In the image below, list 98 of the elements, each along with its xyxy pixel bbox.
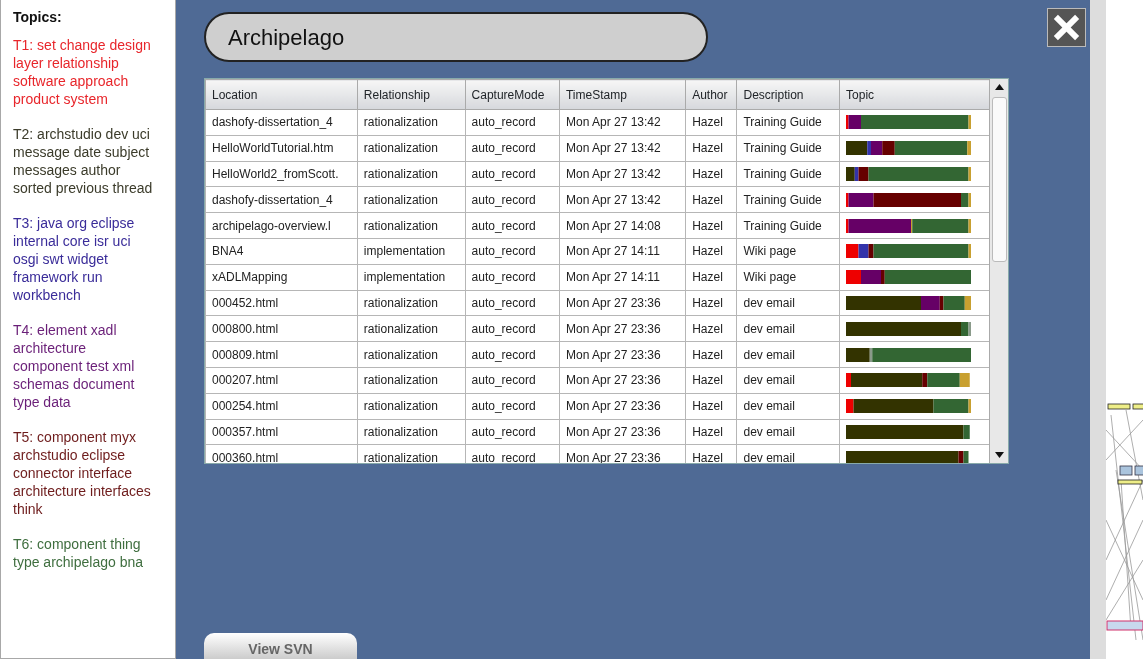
table-cell: 000452.html bbox=[205, 290, 358, 316]
topic-text: T4: element xadl architecture component test xml schemas document type data bbox=[13, 321, 136, 411]
table-cell: rationalization bbox=[357, 315, 466, 342]
table-cell: Hazel bbox=[685, 212, 737, 239]
table-cell: HelloWorldTutorial.htm bbox=[205, 135, 358, 162]
table-cell: Wiki page bbox=[737, 264, 840, 291]
table-cell: Hazel bbox=[685, 315, 737, 342]
table-cell: Mon Apr 27 13:42 bbox=[559, 161, 686, 187]
table-cell: Training Guide bbox=[737, 135, 840, 162]
table-cell: auto_record bbox=[465, 341, 560, 368]
table-cell: Hazel bbox=[685, 135, 737, 162]
scroll-thumb[interactable] bbox=[992, 97, 1007, 262]
table-cell: Hazel bbox=[685, 264, 737, 291]
topic-text: T5: component myx archstudio eclipse connector interface architecture interfaces think bbox=[13, 428, 152, 518]
table-cell: dev email bbox=[737, 419, 840, 445]
table-cell: auto_record bbox=[465, 212, 560, 239]
table-cell: rationalization bbox=[357, 109, 466, 136]
table-cell: implementation bbox=[357, 264, 466, 291]
table-cell: rationalization bbox=[357, 186, 466, 213]
table-cell: 000254.html bbox=[205, 393, 358, 420]
column-header[interactable]: Relationship bbox=[357, 79, 466, 110]
table-cell: auto_record bbox=[465, 186, 560, 213]
table-cell: auto_record bbox=[465, 419, 560, 445]
topic-text: T1: set change design layer relationship software approach product system bbox=[13, 36, 152, 108]
topic-text: T6: component thing type archipelago bna bbox=[13, 535, 144, 571]
table-cell: Hazel bbox=[685, 367, 737, 394]
table-cell: dashofy-dissertation_4 bbox=[205, 109, 358, 136]
table-cell: rationalization bbox=[357, 419, 466, 445]
table-cell: Hazel bbox=[685, 186, 737, 213]
table-cell: xADLMapping bbox=[205, 264, 358, 291]
table-cell: Hazel bbox=[685, 341, 737, 368]
table-cell: Hazel bbox=[685, 161, 737, 187]
table-cell: 000357.html bbox=[205, 419, 358, 445]
table-cell: rationalization bbox=[357, 161, 466, 187]
table-cell: Mon Apr 27 14:11 bbox=[559, 238, 686, 265]
table-cell: Training Guide bbox=[737, 186, 840, 213]
table-cell: Mon Apr 27 23:36 bbox=[559, 341, 686, 368]
table-cell: dev email bbox=[737, 315, 840, 342]
scrollbar[interactable] bbox=[989, 79, 1008, 463]
table-cell: rationalization bbox=[357, 212, 466, 239]
table-cell: auto_record bbox=[465, 264, 560, 291]
table-cell: Training Guide bbox=[737, 109, 840, 136]
table-cell: auto_record bbox=[465, 315, 560, 342]
table-cell: Hazel bbox=[685, 419, 737, 445]
table-cell: Mon Apr 27 14:11 bbox=[559, 264, 686, 291]
table-cell: Mon Apr 27 13:42 bbox=[559, 109, 686, 136]
table-cell: 000207.html bbox=[205, 367, 358, 394]
table-cell: implementation bbox=[357, 238, 466, 265]
table-cell: dev email bbox=[737, 290, 840, 316]
column-header[interactable]: Topic bbox=[839, 79, 991, 110]
table-cell: Mon Apr 27 23:36 bbox=[559, 367, 686, 394]
table-cell: rationalization bbox=[357, 290, 466, 316]
table-cell: Hazel bbox=[685, 290, 737, 316]
table-cell: rationalization bbox=[357, 135, 466, 162]
table-cell: rationalization bbox=[357, 341, 466, 368]
table-cell: Hazel bbox=[685, 109, 737, 136]
table-cell: rationalization bbox=[357, 393, 466, 420]
topic-text: T3: java org eclipse internal core isr uci osgi swt widget framework run workbench bbox=[13, 214, 136, 304]
close-icon[interactable] bbox=[1047, 8, 1086, 47]
table-cell: Mon Apr 27 23:36 bbox=[559, 393, 686, 420]
table-cell: 000360.html bbox=[205, 444, 358, 463]
table-cell: auto_record bbox=[465, 290, 560, 316]
table-cell: Training Guide bbox=[737, 161, 840, 187]
table-cell: auto_record bbox=[465, 161, 560, 187]
topic-text: T2: archstudio dev uci message date subject messages author sorted previous thread bbox=[13, 125, 154, 197]
title-bar: Archipelago bbox=[204, 12, 708, 62]
column-header[interactable]: Location bbox=[205, 79, 358, 110]
table-cell: Wiki page bbox=[737, 238, 840, 265]
column-header[interactable]: CaptureMode bbox=[465, 79, 560, 110]
table-cell: dev email bbox=[737, 341, 840, 368]
table-cell: dev email bbox=[737, 393, 840, 420]
column-header[interactable]: Author bbox=[685, 79, 737, 110]
table-cell: Mon Apr 27 23:36 bbox=[559, 419, 686, 445]
sidebar-title: Topics: bbox=[13, 8, 63, 26]
table-cell: Training Guide bbox=[737, 212, 840, 239]
table-cell: archipelago-overview.l bbox=[205, 212, 358, 239]
column-header[interactable]: TimeStamp bbox=[559, 79, 686, 110]
table-cell: HelloWorld2_fromScott. bbox=[205, 161, 358, 187]
table-cell: auto_record bbox=[465, 393, 560, 420]
table-cell: Mon Apr 27 13:42 bbox=[559, 135, 686, 162]
table-cell: dev email bbox=[737, 367, 840, 394]
table-cell: Mon Apr 27 13:42 bbox=[559, 186, 686, 213]
table-cell: Hazel bbox=[685, 238, 737, 265]
table-cell: 000800.html bbox=[205, 315, 358, 342]
table-cell: rationalization bbox=[357, 367, 466, 394]
table-cell: Mon Apr 27 23:36 bbox=[559, 290, 686, 316]
table-cell: Hazel bbox=[685, 393, 737, 420]
table-cell: BNA4 bbox=[205, 238, 358, 265]
table-cell: auto_record bbox=[465, 135, 560, 162]
table-cell: Mon Apr 27 14:08 bbox=[559, 212, 686, 239]
table-cell: auto_record bbox=[465, 367, 560, 394]
table-cell: Mon Apr 27 23:36 bbox=[559, 315, 686, 342]
column-header[interactable]: Description bbox=[737, 79, 840, 110]
view-svn-button[interactable]: View SVN bbox=[204, 633, 357, 659]
table-cell: 000809.html bbox=[205, 341, 358, 368]
table-cell: auto_record bbox=[465, 238, 560, 265]
table-cell: dashofy-dissertation_4 bbox=[205, 186, 358, 213]
table-cell: auto_record bbox=[465, 109, 560, 136]
